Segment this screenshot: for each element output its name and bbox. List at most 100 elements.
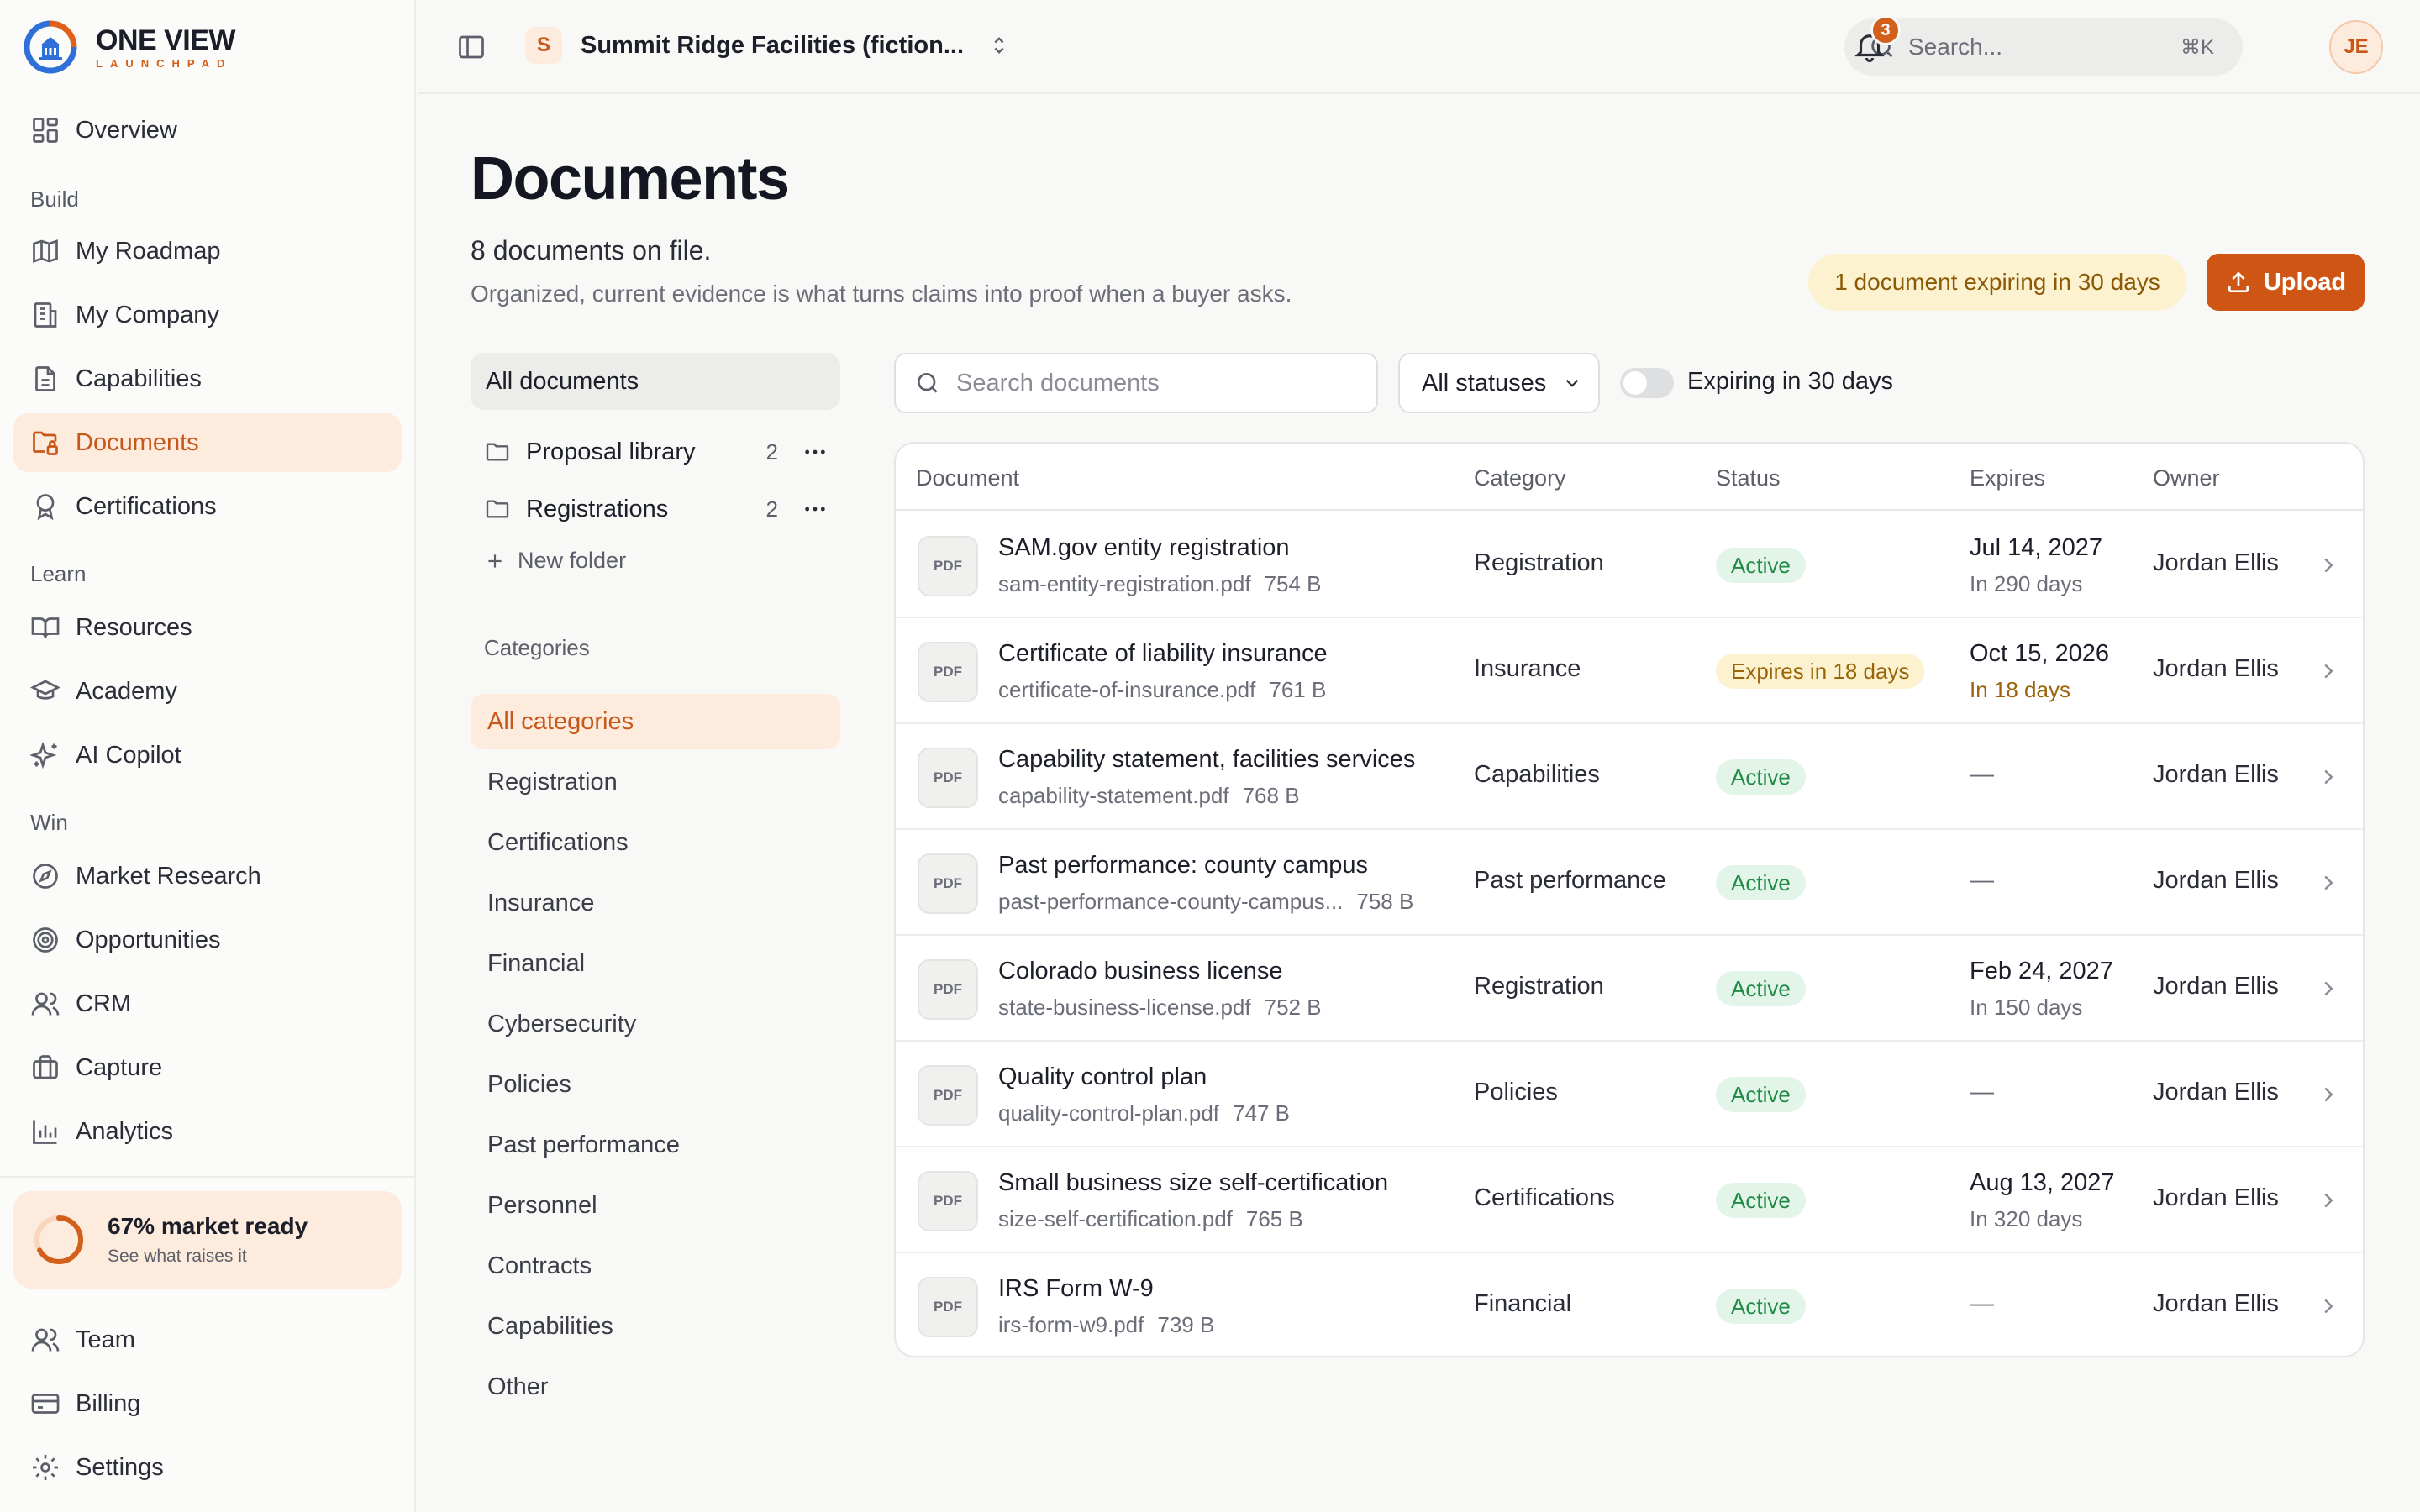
nav-settings[interactable]: Settings [13, 1438, 402, 1497]
chevron-right-icon[interactable] [2316, 1082, 2341, 1107]
nav-academy[interactable]: Academy [13, 662, 402, 721]
expiry-empty: — [1970, 1079, 1994, 1105]
table-row[interactable]: PDF SAM.gov entity registration sam-entity… [896, 512, 2363, 618]
nav-capture[interactable]: Capture [13, 1038, 402, 1097]
table-row[interactable]: PDF IRS Form W-9 irs-form-w9.pdf 739 B Finan… [896, 1253, 2363, 1356]
nav-label: Documents [76, 428, 199, 456]
document-name[interactable]: Colorado business license [998, 958, 1283, 985]
upload-icon [2228, 271, 2249, 292]
nav-label: AI Copilot [76, 741, 182, 769]
user-avatar[interactable]: JE [2329, 20, 2383, 74]
column-header-document[interactable]: Document [916, 465, 1019, 491]
document-name[interactable]: Past performance: county campus [998, 852, 1368, 879]
document-owner: Jordan Ellis [2153, 761, 2279, 788]
nav-analytics[interactable]: Analytics [13, 1102, 402, 1161]
document-search-input[interactable]: Search documents [894, 353, 1378, 413]
chevron-right-icon[interactable] [2316, 1188, 2341, 1213]
document-name[interactable]: SAM.gov entity registration [998, 534, 1290, 562]
folder-item[interactable]: Registrations 2 [471, 482, 840, 536]
table-row[interactable]: PDF Capability statement, facilities serv… [896, 724, 2363, 830]
column-header-category[interactable]: Category [1474, 465, 1566, 491]
category-item[interactable]: Insurance [471, 875, 840, 931]
nav-ai-copilot[interactable]: AI Copilot [13, 726, 402, 785]
nav-crm[interactable]: CRM [13, 974, 402, 1033]
document-name[interactable]: Quality control plan [998, 1063, 1207, 1091]
document-name[interactable]: IRS Form W-9 [998, 1275, 1154, 1303]
nav-label: Analytics [76, 1117, 174, 1145]
chevron-right-icon[interactable] [2316, 870, 2341, 895]
document-name[interactable]: Small business size self-certification [998, 1169, 1388, 1197]
file-size: 739 B [1157, 1312, 1215, 1337]
file-size: 761 B [1269, 677, 1327, 702]
chevron-right-icon[interactable] [2316, 976, 2341, 1001]
document-category: Past performance [1474, 867, 1666, 894]
file-text-icon [35, 366, 55, 391]
category-item[interactable]: Personnel [471, 1178, 840, 1233]
pdf-file-icon: PDF [918, 853, 978, 914]
table-row[interactable]: PDF Certificate of liability insurance cer… [896, 618, 2363, 724]
chevron-right-icon[interactable] [2316, 1294, 2341, 1319]
nav-opportunities[interactable]: Opportunities [13, 911, 402, 969]
org-name: Summit Ridge Facilities (fiction... [581, 31, 964, 59]
nav-overview[interactable]: Overview [13, 101, 402, 160]
column-header-expires[interactable]: Expires [1970, 465, 2045, 491]
sidebar-divider [0, 1176, 416, 1178]
table-row[interactable]: PDF Past performance: county campus past-p… [896, 830, 2363, 936]
category-item[interactable]: Policies [471, 1057, 840, 1112]
status-filter-select[interactable]: All statuses [1398, 353, 1600, 413]
nav-label: Market Research [76, 862, 261, 890]
market-readiness-card[interactable]: 67% market ready See what raises it [13, 1191, 402, 1289]
document-name[interactable]: Certificate of liability insurance [998, 640, 1328, 668]
category-item[interactable]: Certifications [471, 815, 840, 870]
more-horizontal-icon[interactable] [802, 496, 829, 522]
all-documents-filter[interactable]: All documents [471, 353, 840, 410]
column-header-owner[interactable]: Owner [2153, 465, 2220, 491]
document-category: Capabilities [1474, 761, 1600, 788]
new-folder-label: New folder [518, 548, 627, 573]
category-item[interactable]: Registration [471, 754, 840, 810]
pdf-file-icon: PDF [918, 1065, 978, 1126]
category-item[interactable]: Financial [471, 936, 840, 991]
global-search[interactable]: Search... ⌘K [1844, 18, 2243, 76]
expiring-notice-badge[interactable]: 1 document expiring in 30 days [1808, 254, 2186, 311]
brand-logo[interactable]: ONE VIEW LAUNCHPAD [24, 20, 236, 74]
category-item[interactable]: All categories [471, 694, 840, 749]
new-folder-button[interactable]: New folder [484, 548, 626, 574]
nav-documents[interactable]: Documents [13, 413, 402, 472]
category-item[interactable]: Capabilities [471, 1299, 840, 1354]
file-size: 754 B [1264, 571, 1322, 596]
category-item[interactable]: Past performance [471, 1117, 840, 1173]
more-horizontal-icon[interactable] [802, 438, 829, 465]
chevron-right-icon[interactable] [2316, 659, 2341, 684]
nav-label: Billing [76, 1389, 141, 1417]
nav-billing[interactable]: Billing [13, 1374, 402, 1433]
nav-resources[interactable]: Resources [13, 598, 402, 657]
bar-chart-icon [33, 1120, 57, 1144]
table-row[interactable]: PDF Colorado business license state-busine… [896, 936, 2363, 1042]
brand-subtitle: LAUNCHPAD [96, 56, 233, 70]
status-badge: Active [1716, 971, 1806, 1006]
table-row[interactable]: PDF Small business size self-certificatio… [896, 1147, 2363, 1253]
nav-my-roadmap[interactable]: My Roadmap [13, 222, 402, 281]
category-item[interactable]: Cybersecurity [471, 996, 840, 1052]
expiring-toggle[interactable] [1620, 368, 1674, 398]
folder-item[interactable]: Proposal library 2 [471, 425, 840, 479]
category-item[interactable]: Other [471, 1359, 840, 1415]
sidebar-toggle-icon[interactable] [456, 32, 487, 62]
nav-my-company[interactable]: My Company [13, 286, 402, 344]
category-item[interactable]: Contracts [471, 1238, 840, 1294]
org-switcher[interactable]: S Summit Ridge Facilities (fiction... [525, 27, 1011, 64]
expiry-relative: In 290 days [1970, 571, 2083, 596]
nav-certifications[interactable]: Certifications [13, 477, 402, 536]
file-name: certificate-of-insurance.pdf [998, 677, 1256, 702]
nav-capabilities[interactable]: Capabilities [13, 349, 402, 408]
nav-market-research[interactable]: Market Research [13, 847, 402, 906]
upload-button[interactable]: Upload [2207, 254, 2365, 311]
document-name[interactable]: Capability statement, facilities service… [998, 746, 1415, 774]
chevron-right-icon[interactable] [2316, 764, 2341, 790]
chevron-right-icon[interactable] [2316, 553, 2341, 578]
table-row[interactable]: PDF Quality control plan quality-control-p… [896, 1042, 2363, 1147]
nav-label: Academy [76, 677, 177, 705]
nav-team[interactable]: Team [13, 1310, 402, 1369]
column-header-status[interactable]: Status [1716, 465, 1781, 491]
